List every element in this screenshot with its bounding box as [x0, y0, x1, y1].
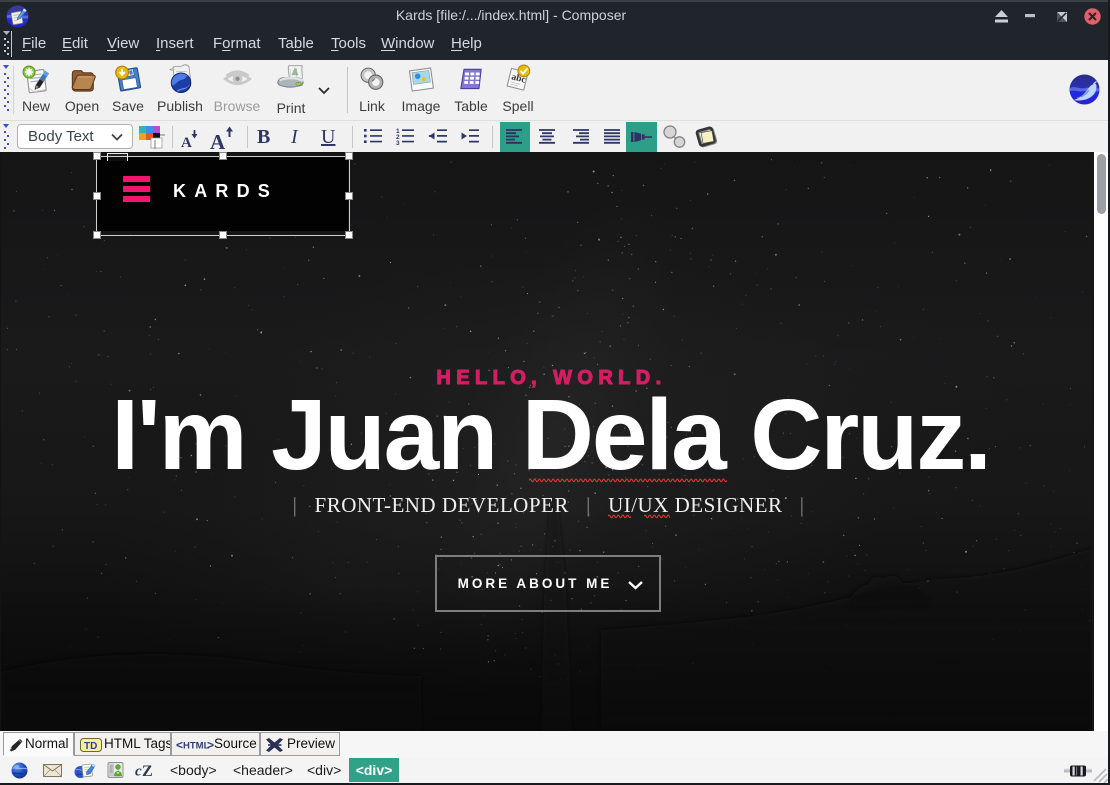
svg-text:>: >: [207, 738, 214, 752]
svg-text:A: A: [181, 135, 192, 150]
svg-text:c: c: [135, 764, 142, 780]
svg-text:TD: TD: [84, 741, 97, 752]
svg-text:HTML: HTML: [183, 741, 210, 752]
svg-text:<: <: [176, 738, 183, 752]
svg-text:3: 3: [396, 140, 400, 146]
svg-text:Z: Z: [142, 763, 153, 779]
svg-text:A: A: [210, 130, 226, 152]
